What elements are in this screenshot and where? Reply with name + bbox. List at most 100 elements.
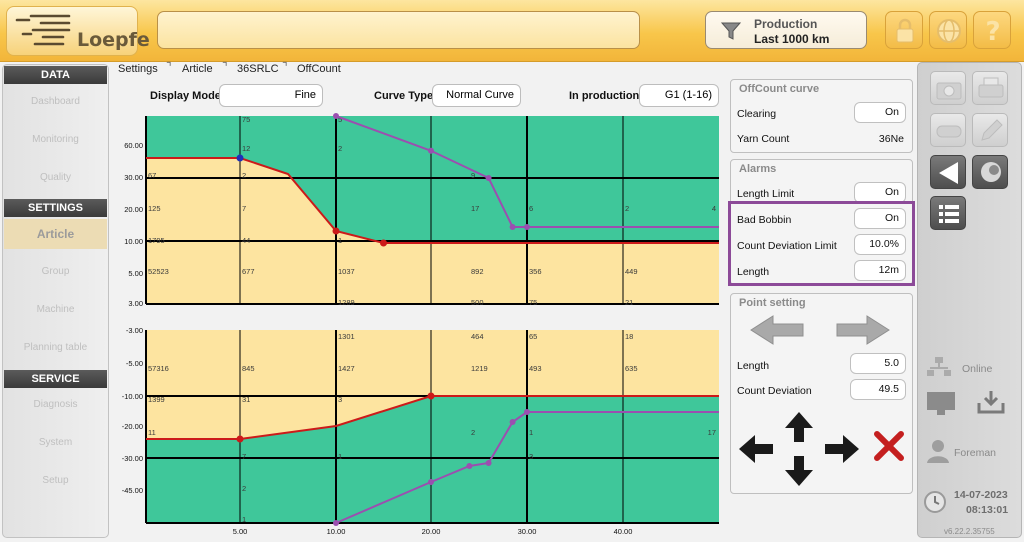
cell-count-label: 17 <box>471 204 479 213</box>
camera-button[interactable] <box>930 71 966 105</box>
cell-count-label: 7 <box>242 452 246 461</box>
breadcrumb-article-name[interactable]: 36SRLC <box>237 63 279 75</box>
yarn-count-value: 36Ne <box>878 133 904 145</box>
y-tick-label: 60.00 <box>124 141 143 150</box>
in-production-select[interactable]: G1 (1-16) <box>639 84 719 107</box>
monitor-icon[interactable] <box>926 391 956 417</box>
cell-count-label: 464 <box>471 332 484 341</box>
cell-count-label: 1301 <box>338 332 355 341</box>
cell-count-label: 52523 <box>148 267 169 276</box>
printer-icon <box>978 77 1004 98</box>
head-info-button[interactable] <box>972 155 1008 189</box>
camera-icon <box>936 82 962 100</box>
cell-count-label: 1037 <box>338 267 355 276</box>
point-setting-title: Point setting <box>739 297 806 309</box>
chart-positive-deviation[interactable]: 60.0030.0020.0010.005.003.0075 512 267 2 912… <box>113 110 723 316</box>
nav-item-monitoring[interactable]: Monitoring <box>4 125 107 155</box>
lock-button[interactable] <box>885 11 923 49</box>
date-display: 14-07-2023 <box>954 489 1008 501</box>
clearing-label: Clearing <box>737 108 777 120</box>
cell-count-label: 449 <box>625 267 638 276</box>
cell-count-label: 1289 <box>338 298 355 307</box>
cell-count-label: 75 <box>529 298 537 307</box>
cell-count-label: 892 <box>471 267 484 276</box>
logo[interactable]: Loepfe <box>6 6 150 56</box>
help-button[interactable]: ? <box>973 11 1011 49</box>
print-button[interactable] <box>972 71 1008 105</box>
classification-point <box>333 113 339 119</box>
arrow-right-disabled-icon[interactable] <box>835 314 891 346</box>
y-tick-label: -30.00 <box>122 454 143 463</box>
in-production-label: In production <box>569 90 640 102</box>
cell-count-label: 6 <box>529 204 533 213</box>
classification-point <box>524 409 530 415</box>
cell-count-label: 3 <box>338 395 342 404</box>
left-navigation: DATA Dashboard Monitoring Quality SETTIN… <box>2 64 109 538</box>
nav-item-article[interactable]: Article <box>4 219 107 249</box>
classification-point <box>524 224 530 230</box>
y-tick-label: 30.00 <box>124 173 143 182</box>
edit-button[interactable] <box>972 113 1008 147</box>
version-label: v6.22.2.35755 <box>944 527 995 536</box>
cell-count-label: 493 <box>529 364 542 373</box>
selected-point <box>236 154 244 162</box>
time-display: 08:13:01 <box>966 504 1009 516</box>
arrow-left-disabled-icon[interactable] <box>749 314 805 346</box>
nav-item-diagnosis[interactable]: Diagnosis <box>4 390 107 420</box>
classification-point <box>509 419 516 425</box>
cell-count-label: 2 <box>242 171 246 180</box>
nav-item-dashboard[interactable]: Dashboard <box>4 87 107 117</box>
display-mode-select[interactable]: Fine <box>219 84 323 107</box>
nav-item-system[interactable]: System <box>4 428 107 458</box>
breadcrumb-settings[interactable]: Settings <box>118 63 158 75</box>
breadcrumb-article[interactable]: Article <box>182 63 213 75</box>
back-button[interactable] <box>930 155 966 189</box>
nav-item-group[interactable]: Group <box>4 257 107 287</box>
chart-negative-deviation[interactable]: -3.00 -5.00 -10.00 -20.00 -30.00 -45.00 1301 46… <box>113 322 723 538</box>
y-tick-label: 20.00 <box>124 205 143 214</box>
cell-count-label: 2 <box>242 484 246 493</box>
globe-icon <box>937 19 961 43</box>
move-point-arrows-icon[interactable] <box>737 410 861 488</box>
nav-item-planning-table[interactable]: Planning table <box>4 333 107 363</box>
cell-count-label: 1 <box>242 515 246 524</box>
logo-icon <box>15 14 71 46</box>
classification-point <box>466 463 473 469</box>
y-tick-label: 5.00 <box>128 269 143 278</box>
toggle-icon <box>936 125 962 138</box>
back-triangle-icon <box>939 162 958 184</box>
production-value: Last 1000 km <box>754 32 830 46</box>
length-limit-toggle[interactable]: On <box>854 182 906 203</box>
delete-point-icon[interactable] <box>873 430 905 462</box>
clearing-point <box>380 239 387 247</box>
header-message-field[interactable] <box>157 11 640 49</box>
cell-count-label: 1795 <box>148 236 165 245</box>
right-toolbar: Online Foreman 14-07-2023 08:13:01 v6.22… <box>917 62 1022 538</box>
download-icon[interactable] <box>976 389 1006 415</box>
curve-type-label: Curve Type <box>374 90 434 102</box>
y-tick-label: -10.00 <box>122 392 143 401</box>
cell-count-label: 1 <box>529 428 533 437</box>
length-limit-label: Length Limit <box>737 188 795 200</box>
clearing-toggle[interactable]: On <box>854 102 906 123</box>
curve-type-select[interactable]: Normal Curve <box>432 84 521 107</box>
point-count-deviation-input[interactable]: 49.5 <box>850 379 906 400</box>
alarms-title: Alarms <box>739 163 777 175</box>
y-tick-label: -20.00 <box>122 422 143 431</box>
cell-count-label: 2 <box>338 144 342 153</box>
list-menu-button[interactable] <box>930 196 966 230</box>
cell-count-label: 1 <box>338 452 342 461</box>
cell-count-label: 1 <box>338 236 342 245</box>
x-tick-label: 20.00 <box>422 527 441 536</box>
head-icon <box>981 162 1001 182</box>
clearing-point <box>427 392 435 400</box>
tag-button[interactable] <box>930 113 966 147</box>
nav-item-quality[interactable]: Quality <box>4 163 107 193</box>
alarm-settings-highlight <box>728 201 915 286</box>
production-filter-button[interactable]: Production Last 1000 km <box>705 11 867 49</box>
nav-item-machine[interactable]: Machine <box>4 295 107 325</box>
nav-item-setup[interactable]: Setup <box>4 466 107 496</box>
globe-button[interactable] <box>929 11 967 49</box>
network-icon <box>927 357 951 376</box>
point-length-input[interactable]: 5.0 <box>850 353 906 374</box>
